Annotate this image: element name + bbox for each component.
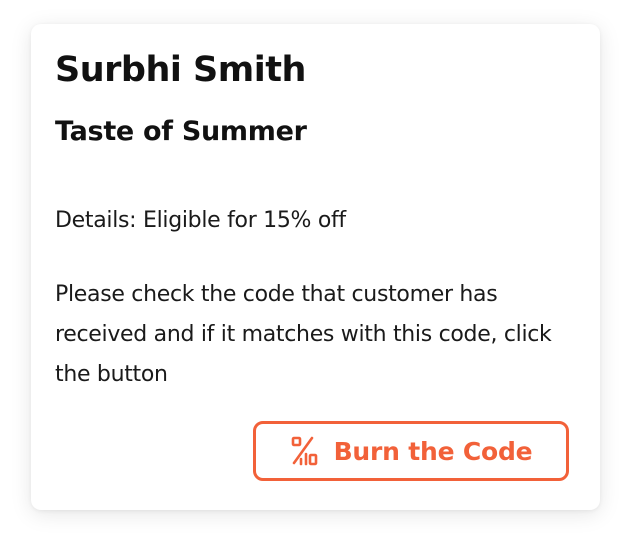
burn-code-button[interactable]: Burn the Code (253, 421, 569, 481)
coupon-card: Surbhi Smith Taste of Summer Details: El… (31, 24, 600, 510)
percent-discount-icon (290, 435, 318, 467)
offer-details: Details: Eligible for 15% off (55, 208, 346, 233)
customer-name: Surbhi Smith (55, 50, 306, 90)
instructions-text: Please check the code that customer has … (55, 282, 552, 387)
offer-title: Taste of Summer (55, 116, 307, 147)
burn-code-button-label: Burn the Code (333, 436, 533, 466)
